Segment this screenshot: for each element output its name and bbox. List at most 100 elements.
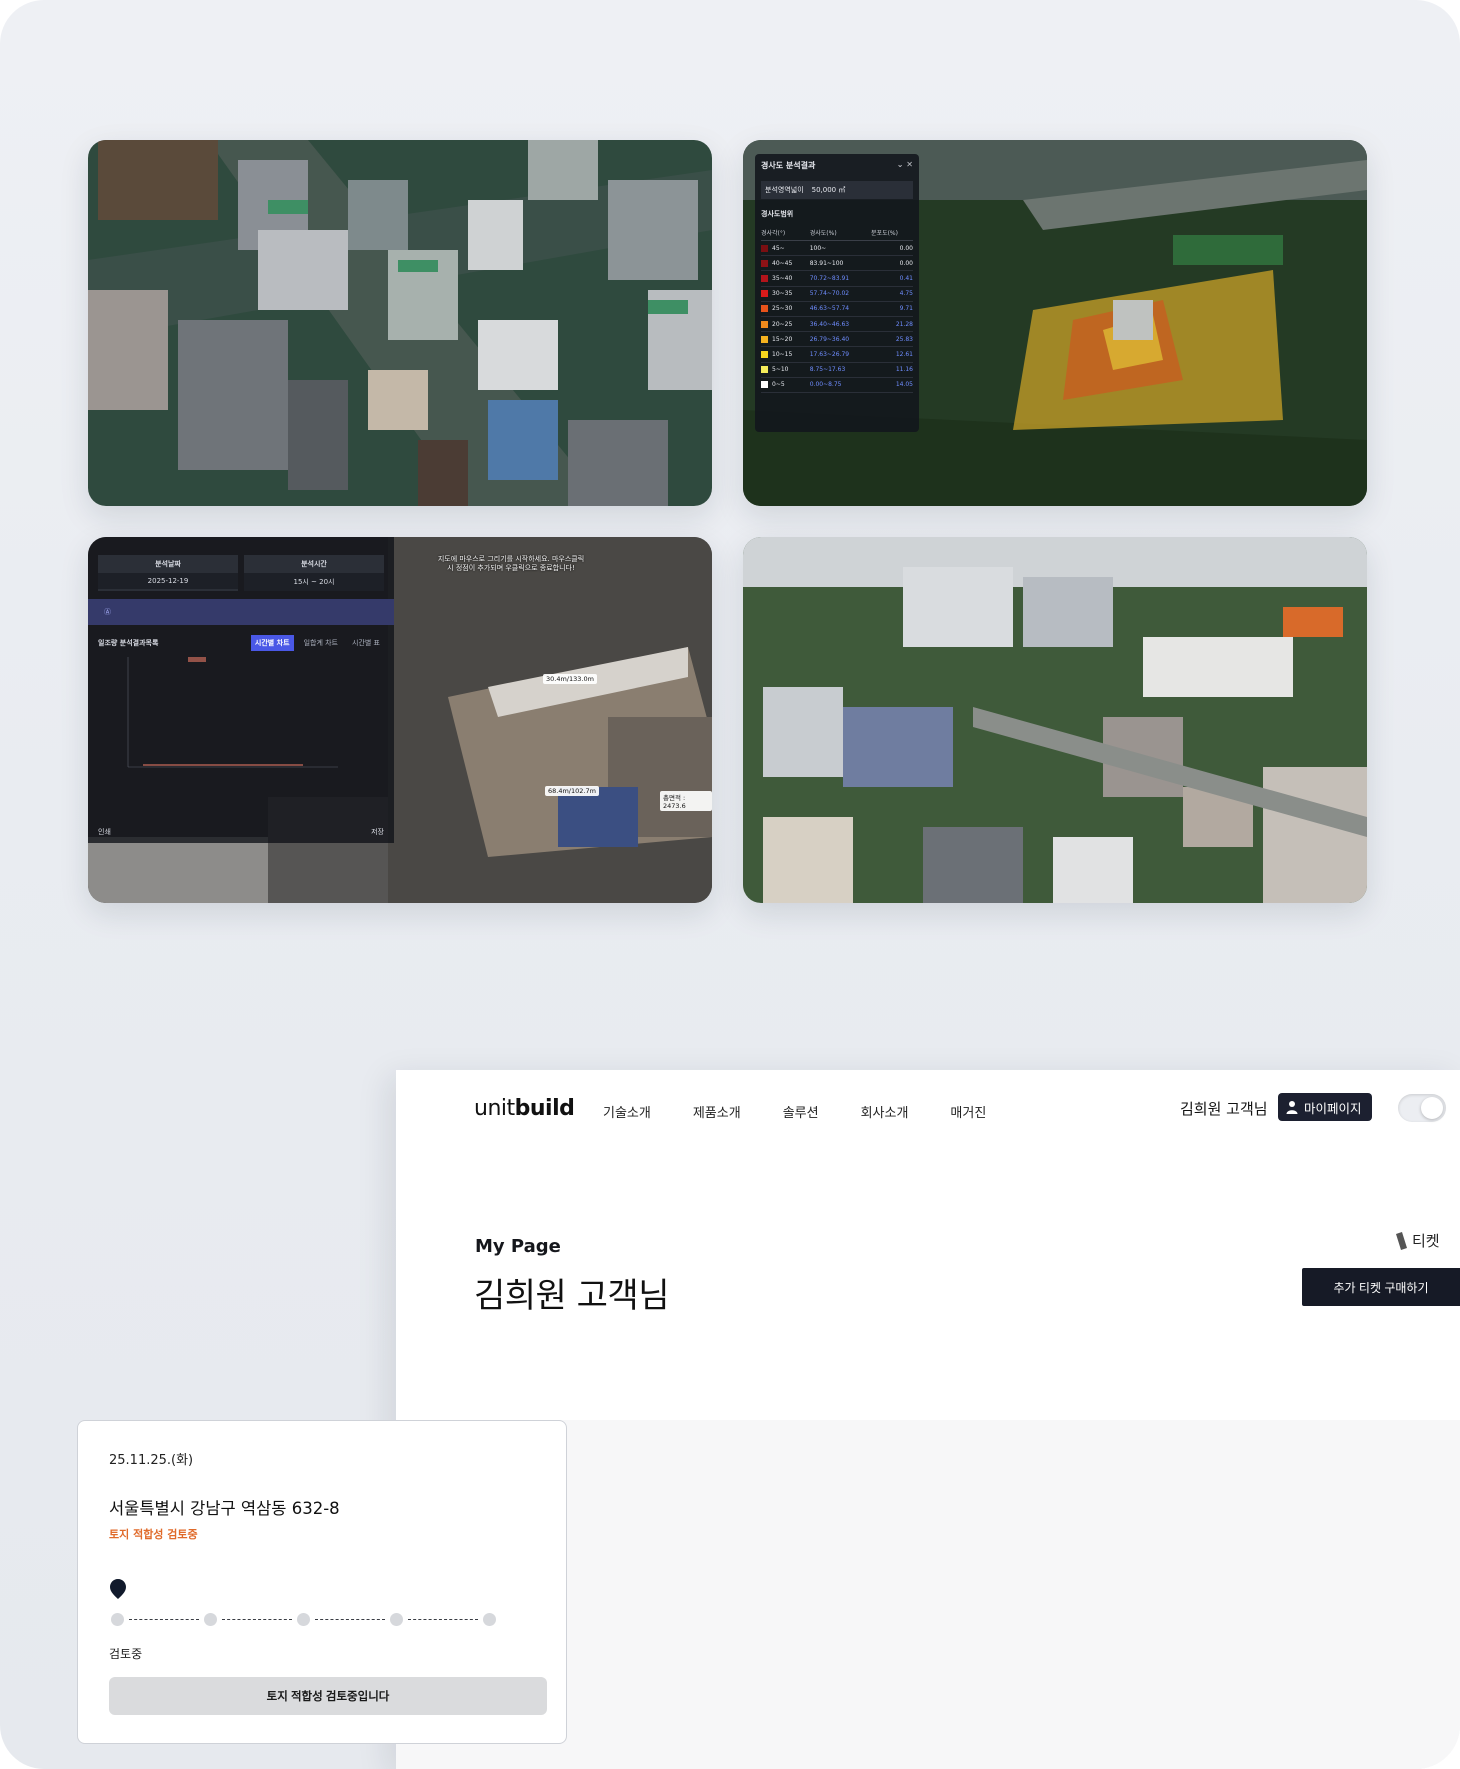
slope-color-swatch <box>761 381 768 389</box>
district-aerial-screenshot <box>743 537 1367 903</box>
sunlight-time-col: 분석시간 15시 ~ 20시 <box>244 555 384 591</box>
slope-range-title: 경사도범위 <box>761 210 794 218</box>
slope-percent-cell: 46.63~57.74 <box>809 301 872 317</box>
slope-color-swatch <box>761 290 768 298</box>
step-connector <box>315 1619 385 1620</box>
print-button[interactable]: 인쇄 <box>98 827 111 837</box>
sunlight-params: 분석날짜 2025-12-19 분석시간 15시 ~ 20시 <box>88 537 394 591</box>
slope-panel-header: 경사도 분석결과 ⌄ ✕ <box>761 160 913 171</box>
slope-angle-text: 35~40 <box>772 274 793 282</box>
step-dot-1 <box>111 1613 124 1626</box>
step-connector <box>222 1619 292 1620</box>
slope-angle-text: 0~5 <box>772 381 785 389</box>
slope-row: 45~ 100~ 0.00 <box>761 240 913 257</box>
tab-hourly-chart[interactable]: 시간별 차트 <box>250 635 294 651</box>
step-connector <box>129 1619 199 1620</box>
slope-angle-cell: 45~ <box>761 240 810 257</box>
step-dot-2 <box>204 1613 217 1626</box>
slope-panel-title: 경사도 분석결과 <box>761 161 816 170</box>
slope-percent-cell: 83.91~100 <box>809 255 872 272</box>
slope-percent-cell: 26.79~36.40 <box>809 331 872 348</box>
user-icon <box>1286 1101 1298 1114</box>
slope-angle-cell: 40~45 <box>761 255 810 272</box>
card-address: 서울특별시 강남구 역삼동 632-8 <box>109 1499 340 1518</box>
nav-item-company[interactable]: 회사소개 <box>861 1102 909 1121</box>
request-card[interactable]: 25.11.25.(화) 서울특별시 강남구 역삼동 632-8 토지 적합성 … <box>77 1420 567 1744</box>
slope-angle-cell: 20~25 <box>761 316 810 333</box>
save-button[interactable]: 저장 <box>371 827 384 837</box>
brand-logo[interactable]: unitbuild <box>474 1096 575 1121</box>
sunlight-date-head: 분석날짜 <box>155 560 181 568</box>
current-step-pin-icon <box>110 1579 126 1599</box>
slope-row: 40~45 83.91~100 0.00 <box>761 255 913 272</box>
nav-item-tech[interactable]: 기술소개 <box>603 1102 651 1121</box>
nav-item-magazine[interactable]: 매거진 <box>950 1102 986 1121</box>
slope-row: 5~10 8.75~17.63 11.16 <box>761 362 913 378</box>
tab-daily-chart[interactable]: 일합계 차트 <box>300 635 342 651</box>
slope-color-swatch <box>761 366 768 374</box>
slope-angle-text: 25~30 <box>772 305 793 313</box>
buy-ticket-button[interactable]: 추가 티켓 구매하기 <box>1302 1268 1460 1306</box>
slope-row: 35~40 70.72~83.91 0.41 <box>761 270 913 287</box>
ticket-label: 티켓 <box>1412 1232 1440 1250</box>
nav-item-solutions[interactable]: 솔루션 <box>783 1102 819 1121</box>
showcase-canvas: 경사도 분석결과 ⌄ ✕ 분석영역넓이 50,000 ㎡ 경사도범위 경사각(°… <box>0 0 1460 1769</box>
map-drawing-tip: 지도에 마우스로 그리기를 시작하세요. 마우스클릭시 정점이 추가되며 우클릭… <box>437 555 585 573</box>
theme-toggle[interactable] <box>1398 1094 1446 1122</box>
slope-legend-panel: 경사도 분석결과 ⌄ ✕ 분석영역넓이 50,000 ㎡ 경사도범위 경사각(°… <box>755 154 919 432</box>
slope-angle-cell: 25~30 <box>761 301 810 317</box>
slope-angle-text: 30~35 <box>772 290 793 298</box>
logo-text-light: unit <box>474 1096 515 1121</box>
slope-percent-cell: 36.40~46.63 <box>809 316 872 333</box>
sunlight-footer: 인쇄 저장 <box>98 827 384 837</box>
sunlight-location-row[interactable]: Ⓐ <box>88 599 394 625</box>
progress-tracker: 검토중 <box>109 1579 555 1661</box>
toggle-knob <box>1421 1097 1443 1119</box>
slope-percent-cell: 70.72~83.91 <box>809 270 872 287</box>
slope-angle-text: 5~10 <box>772 366 789 374</box>
step-dot-5 <box>483 1613 496 1626</box>
close-icon[interactable]: ⌄ ✕ <box>897 160 913 171</box>
slope-area-label: 분석영역넓이 <box>765 186 804 194</box>
slope-dist-cell: 25.83 <box>871 331 913 348</box>
slope-color-swatch <box>761 320 768 328</box>
sunlight-time-value: 15시 ~ 20시 <box>244 573 384 591</box>
slope-dist-cell: 0.41 <box>871 270 913 287</box>
nav-item-products[interactable]: 제품소개 <box>693 1102 741 1121</box>
slope-angle-text: 20~25 <box>772 320 793 328</box>
slope-percent-cell: 8.75~17.63 <box>809 362 872 378</box>
slope-angle-text: 40~45 <box>772 259 793 267</box>
page-title: 김희원 고객님 <box>474 1276 670 1316</box>
slope-row: 10~15 17.63~26.79 12.61 <box>761 346 913 363</box>
slope-angle-text: 45~ <box>772 244 785 252</box>
sunlight-tabs: 일조량 분석결과목록 시간별 차트 일합계 차트 시간별 표 <box>88 625 394 651</box>
slope-row: 0~5 0.00~8.75 14.05 <box>761 377 913 393</box>
slope-dist-cell: 9.71 <box>871 301 913 317</box>
slope-percent-cell: 100~ <box>809 240 872 257</box>
review-status-button[interactable]: 토지 적합성 검토중입니다 <box>109 1677 547 1715</box>
slope-percent-cell: 0.00~8.75 <box>809 377 872 393</box>
slope-color-swatch <box>761 305 768 313</box>
slope-angle-text: 15~20 <box>772 335 793 343</box>
step-label: 검토중 <box>109 1647 143 1661</box>
tab-hourly-table[interactable]: 시간별 표 <box>348 635 384 651</box>
slope-row: 25~30 46.63~57.74 9.71 <box>761 301 913 317</box>
slope-angle-cell: 30~35 <box>761 286 810 302</box>
slope-color-swatch <box>761 274 768 282</box>
slope-area-row: 분석영역넓이 50,000 ㎡ <box>761 181 913 199</box>
slope-angle-text: 10~15 <box>772 350 793 358</box>
slope-angle-cell: 5~10 <box>761 362 810 378</box>
slope-angle-cell: 15~20 <box>761 331 810 348</box>
slope-dist-cell: 0.00 <box>871 255 913 272</box>
slope-color-swatch <box>761 244 768 252</box>
mypage-button[interactable]: 마이페이지 <box>1278 1093 1372 1121</box>
slope-col-dist: 분포도(%) <box>871 225 913 241</box>
card-status: 토지 적합성 검토중 <box>109 1528 198 1541</box>
slope-angle-cell: 0~5 <box>761 377 810 393</box>
slope-row: 20~25 36.40~46.63 21.28 <box>761 316 913 333</box>
slope-dist-cell: 12.61 <box>871 346 913 363</box>
step-connector <box>408 1619 478 1620</box>
nav-menu: 기술소개 제품소개 솔루션 회사소개 매거진 <box>603 1102 1028 1121</box>
location-pin-icon: Ⓐ <box>104 608 111 616</box>
slope-dist-cell: 21.28 <box>871 316 913 333</box>
